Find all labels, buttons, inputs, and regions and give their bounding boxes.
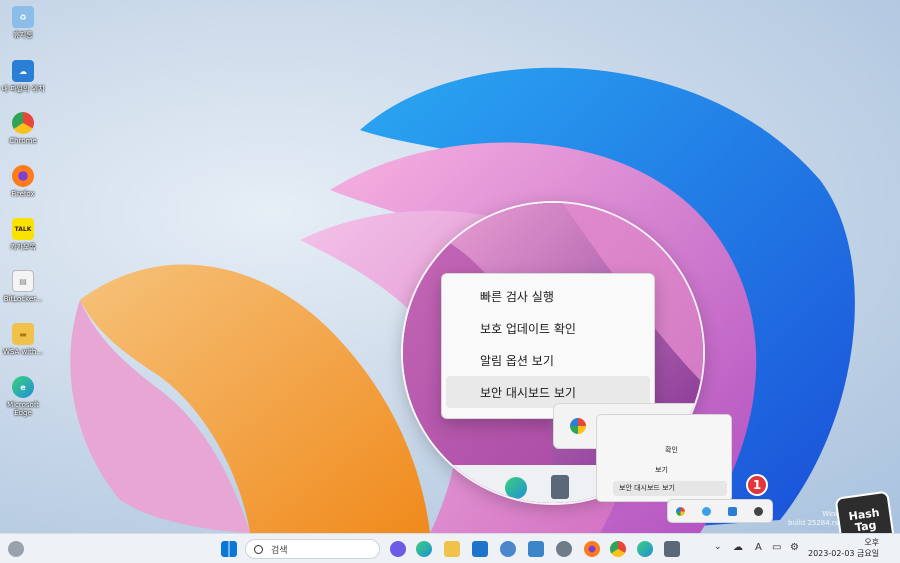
input-language-indicator[interactable]: A	[755, 542, 762, 553]
desktop-icon-edge[interactable]: e Microsoft Edge	[2, 376, 44, 417]
chevron-up-icon[interactable]: ⌄	[714, 542, 722, 552]
notepad-icon[interactable]	[528, 541, 544, 557]
edge-icon[interactable]	[416, 541, 432, 557]
tray-overflow	[667, 499, 773, 523]
desktop-icon-label: Microsoft Edge	[7, 401, 39, 417]
desktop-icon-label: Firefox	[11, 190, 35, 198]
desktop-icon-recycle-bin[interactable]: ♻ 휴지통	[2, 6, 44, 39]
clock-date: 2023-02-03 금요일	[808, 549, 880, 558]
search-input[interactable]: 검색	[245, 539, 380, 559]
desktop-icon-onedrive[interactable]: ☁ 내 파일의 위치	[1, 60, 45, 93]
onedrive-icon[interactable]	[702, 507, 711, 516]
mini-item-notifications[interactable]: 보기	[655, 465, 668, 475]
step-badge: 1	[746, 474, 768, 496]
mini-defender-menu: 확인 보기 보안 대시보드 보기	[596, 414, 732, 502]
defender-shield-icon[interactable]	[728, 507, 737, 516]
menu-item-quick-scan[interactable]: 빠른 검사 실행	[446, 280, 650, 312]
desktop-icon-bitlocker[interactable]: ▤ BitLocker...	[2, 270, 44, 303]
edge-icon: e	[12, 376, 34, 398]
system-clock[interactable]: 오후 2023-02-03 금요일	[808, 537, 879, 559]
mail-icon[interactable]	[472, 541, 488, 557]
app-icon[interactable]	[676, 507, 685, 516]
defender-context-menu: 빠른 검사 실행 보호 업데이트 확인 알림 옵션 보기 보안 대시보드 보기	[441, 273, 655, 419]
document-icon: ▤	[12, 270, 34, 292]
widgets-icon[interactable]	[8, 541, 24, 557]
edge-icon[interactable]	[505, 477, 527, 499]
settings-gear-icon[interactable]	[556, 541, 572, 557]
calculator-icon[interactable]	[551, 475, 569, 499]
menu-item-notification-options[interactable]: 알림 옵션 보기	[446, 344, 650, 376]
edge-canary-icon[interactable]	[637, 541, 653, 557]
desktop-icon-label: WSA with...	[2, 348, 44, 356]
firefox-icon[interactable]	[584, 541, 600, 557]
mini-item-security-dashboard[interactable]: 보안 대시보드 보기	[613, 481, 727, 496]
mini-item-updates[interactable]: 확인	[665, 445, 678, 455]
app-icon[interactable]	[570, 418, 586, 434]
desktop-icon-kakaotalk[interactable]: TALK 카카오톡	[2, 218, 44, 251]
copilot-icon[interactable]	[500, 541, 516, 557]
desktop-icon-label: 내 파일의 위치	[1, 85, 45, 93]
start-icon[interactable]	[221, 541, 237, 557]
file-explorer-icon[interactable]	[444, 541, 460, 557]
desktop-icon-label: Chrome	[9, 137, 37, 145]
gear-icon[interactable]: ⚙	[790, 542, 799, 553]
chrome-icon[interactable]	[610, 541, 626, 557]
menu-item-check-updates[interactable]: 보호 업데이트 확인	[446, 312, 650, 344]
recycle-bin-icon: ♻	[12, 6, 34, 28]
taskbar: 검색 ⌄ ☁ A ▭ ⚙ 오후 2023-02-03 금요일	[0, 533, 900, 563]
desktop-icon-label: BitLocker...	[3, 295, 43, 303]
desktop-icon-firefox[interactable]: Firefox	[2, 165, 44, 198]
chat-icon[interactable]	[754, 507, 763, 516]
clock-time: 오후	[864, 538, 880, 547]
search-icon	[254, 544, 263, 554]
chrome-icon	[12, 112, 34, 134]
onedrive-icon: ☁	[12, 60, 34, 82]
cloud-icon[interactable]: ☁	[733, 542, 743, 553]
chat-icon[interactable]	[390, 541, 406, 557]
calculator-icon[interactable]	[664, 541, 680, 557]
desktop-icon-label: 휴지통	[13, 31, 33, 39]
display-icon[interactable]: ▭	[772, 542, 781, 553]
desktop-icon-label: 카카오톡	[10, 243, 36, 251]
folder-icon: ▬	[12, 323, 34, 345]
desktop-icon-chrome[interactable]: Chrome	[2, 112, 44, 145]
firefox-icon	[12, 165, 34, 187]
desktop-icon-wsa[interactable]: ▬ WSA with...	[2, 323, 44, 356]
kakaotalk-icon: TALK	[12, 218, 34, 240]
search-placeholder: 검색	[271, 545, 288, 556]
